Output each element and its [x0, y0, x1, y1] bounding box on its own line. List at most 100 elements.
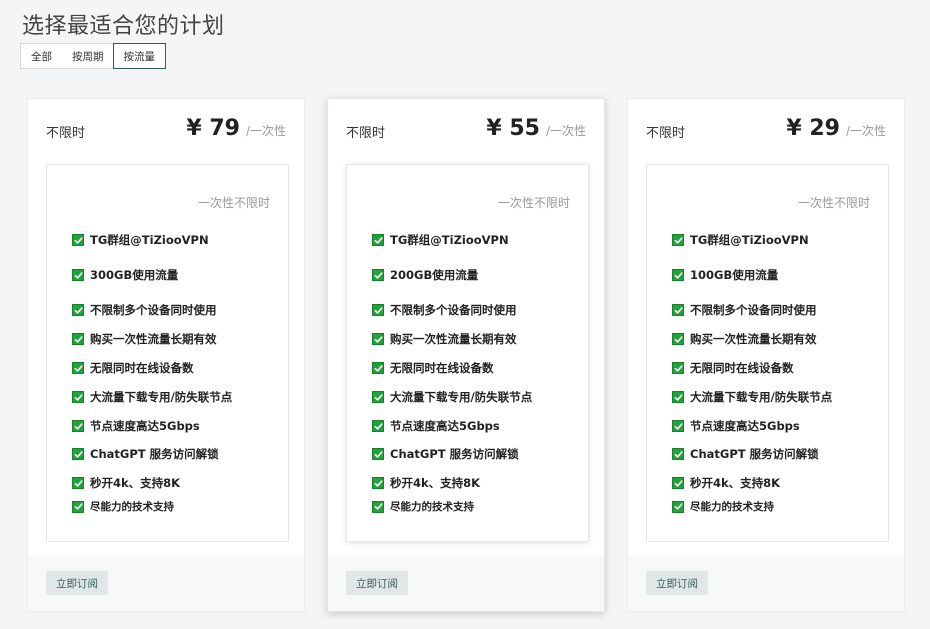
- plan-filter-tabs: 全部 按周期 按流量: [20, 43, 166, 69]
- feature-label: 秒开4k、支持8K: [90, 476, 181, 490]
- price-amount: ¥ 79: [186, 116, 240, 141]
- plan-card-1: 不限时 ¥ 79 /一次性 一次性不限时 TG群组@TiZiooVPN 300GB…: [27, 98, 305, 612]
- feature-label: TG群组@TiZiooVPN: [390, 233, 509, 247]
- feature-label: 无限同时在线设备数: [90, 361, 194, 375]
- feature-item: 无限同时在线设备数: [372, 360, 494, 376]
- card-footer: 立即订阅: [28, 555, 304, 611]
- subscribe-button[interactable]: 立即订阅: [646, 571, 708, 595]
- checkmark-icon: [672, 333, 684, 345]
- feature-label: 秒开4k、支持8K: [390, 476, 481, 490]
- plan-name: 不限时: [646, 126, 686, 141]
- price-amount: ¥ 55: [486, 116, 540, 141]
- feature-item: 300GB使用流量: [72, 267, 178, 283]
- checkmark-icon: [372, 304, 384, 316]
- checkmark-icon: [372, 420, 384, 432]
- feature-label: 300GB使用流量: [90, 268, 179, 282]
- feature-item: 无限同时在线设备数: [672, 360, 794, 376]
- checkmark-icon: [72, 333, 84, 345]
- feature-label: ChatGPT 服务访问解锁: [90, 447, 219, 461]
- feature-panel: 一次性不限时 TG群组@TiZiooVPN 300GB使用流量 不限制多个设备同时使…: [46, 164, 289, 542]
- feature-label: ChatGPT 服务访问解锁: [390, 447, 519, 461]
- feature-item: ChatGPT 服务访问解锁: [372, 446, 519, 462]
- feature-label: 尽能力的技术支持: [690, 501, 774, 513]
- filter-tab-period[interactable]: 按周期: [62, 44, 114, 68]
- checkmark-icon: [672, 420, 684, 432]
- checkmark-icon: [672, 362, 684, 374]
- subscribe-button[interactable]: 立即订阅: [346, 571, 408, 595]
- plan-card-3: 不限时 ¥ 29 /一次性 一次性不限时 TG群组@TiZiooVPN 100GB…: [627, 98, 905, 612]
- feature-label: 购买一次性流量长期有效: [390, 332, 517, 346]
- feature-label: 尽能力的技术支持: [390, 501, 474, 513]
- feature-label: 不限制多个设备同时使用: [90, 303, 217, 317]
- feature-label: 大流量下载专用/防失联节点: [390, 390, 533, 404]
- feature-item: 购买一次性流量长期有效: [372, 331, 517, 347]
- feature-label: TG群组@TiZiooVPN: [90, 233, 209, 247]
- checkmark-icon: [372, 362, 384, 374]
- feature-label: ChatGPT 服务访问解锁: [690, 447, 819, 461]
- checkmark-icon: [372, 269, 384, 281]
- feature-item: 不限制多个设备同时使用: [372, 302, 517, 318]
- feature-label: 秒开4k、支持8K: [690, 476, 781, 490]
- feature-label: 节点速度高达5Gbps: [390, 419, 500, 433]
- plan-card-2: 不限时 ¥ 55 /一次性 一次性不限时 TG群组@TiZiooVPN 200GB…: [327, 98, 605, 612]
- feature-label: 节点速度高达5Gbps: [90, 419, 200, 433]
- feature-item: 大流量下载专用/防失联节点: [372, 389, 532, 405]
- feature-label: 尽能力的技术支持: [90, 501, 174, 513]
- feature-label: 大流量下载专用/防失联节点: [90, 390, 233, 404]
- feature-item: 200GB使用流量: [372, 267, 478, 283]
- feature-item: 不限制多个设备同时使用: [672, 302, 817, 318]
- card-footer: 立即订阅: [628, 555, 904, 611]
- plan-subtitle: 一次性不限时: [497, 196, 570, 210]
- checkmark-icon: [672, 448, 684, 460]
- checkmark-icon: [72, 304, 84, 316]
- filter-tab-all[interactable]: 全部: [21, 44, 62, 68]
- feature-label: 不限制多个设备同时使用: [690, 303, 817, 317]
- checkmark-icon: [372, 448, 384, 460]
- checkmark-icon: [672, 391, 684, 403]
- price-amount: ¥ 29: [786, 116, 840, 141]
- plan-subtitle: 一次性不限时: [797, 196, 870, 210]
- checkmark-icon: [672, 500, 684, 513]
- checkmark-icon: [72, 500, 84, 513]
- feature-item: 购买一次性流量长期有效: [672, 331, 817, 347]
- checkmark-icon: [672, 269, 684, 281]
- checkmark-icon: [372, 333, 384, 345]
- feature-item: 尽能力的技术支持: [672, 499, 774, 514]
- subscribe-button[interactable]: 立即订阅: [46, 571, 108, 595]
- feature-panel: 一次性不限时 TG群组@TiZiooVPN 100GB使用流量不限制多个设备同时使…: [646, 164, 889, 542]
- feature-label: 节点速度高达5Gbps: [690, 419, 800, 433]
- checkmark-icon: [672, 304, 684, 316]
- feature-item: 尽能力的技术支持: [72, 499, 174, 514]
- checkmark-icon: [372, 500, 384, 513]
- feature-item: TG群组@TiZiooVPN: [672, 232, 809, 248]
- checkmark-icon: [372, 477, 384, 489]
- feature-item: 购买一次性流量长期有效: [72, 331, 217, 347]
- price-period: /一次性: [545, 124, 586, 138]
- checkmark-icon: [72, 391, 84, 403]
- checkmark-icon: [72, 362, 84, 374]
- plan-name: 不限时: [346, 126, 386, 141]
- feature-item: ChatGPT 服务访问解锁: [72, 446, 219, 462]
- feature-label: TG群组@TiZiooVPN: [690, 233, 809, 247]
- feature-label: 不限制多个设备同时使用: [390, 303, 517, 317]
- feature-item: 尽能力的技术支持: [372, 499, 474, 514]
- feature-item: TG群组@TiZiooVPN: [372, 232, 509, 248]
- feature-item: 节点速度高达5Gbps: [72, 418, 200, 434]
- feature-item: 秒开4k、支持8K: [672, 475, 780, 491]
- feature-item: 不限制多个设备同时使用: [72, 302, 217, 318]
- filter-tab-traffic[interactable]: 按流量: [112, 43, 166, 69]
- feature-item: TG群组@TiZiooVPN: [72, 232, 209, 248]
- plan-price: ¥ 29 /一次性: [786, 116, 886, 141]
- feature-item: 秒开4k、支持8K: [372, 475, 480, 491]
- feature-label: 200GB使用流量: [390, 268, 479, 282]
- feature-item: 节点速度高达5Gbps: [672, 418, 800, 434]
- plan-price: ¥ 79 /一次性: [186, 116, 286, 141]
- checkmark-icon: [72, 420, 84, 432]
- plan-name: 不限时: [46, 126, 86, 141]
- checkmark-icon: [672, 234, 684, 246]
- feature-label: 100GB使用流量: [690, 268, 779, 282]
- feature-label: 购买一次性流量长期有效: [90, 332, 217, 346]
- feature-item: ChatGPT 服务访问解锁: [672, 446, 819, 462]
- checkmark-icon: [72, 234, 84, 246]
- feature-item: 大流量下载专用/防失联节点: [72, 389, 232, 405]
